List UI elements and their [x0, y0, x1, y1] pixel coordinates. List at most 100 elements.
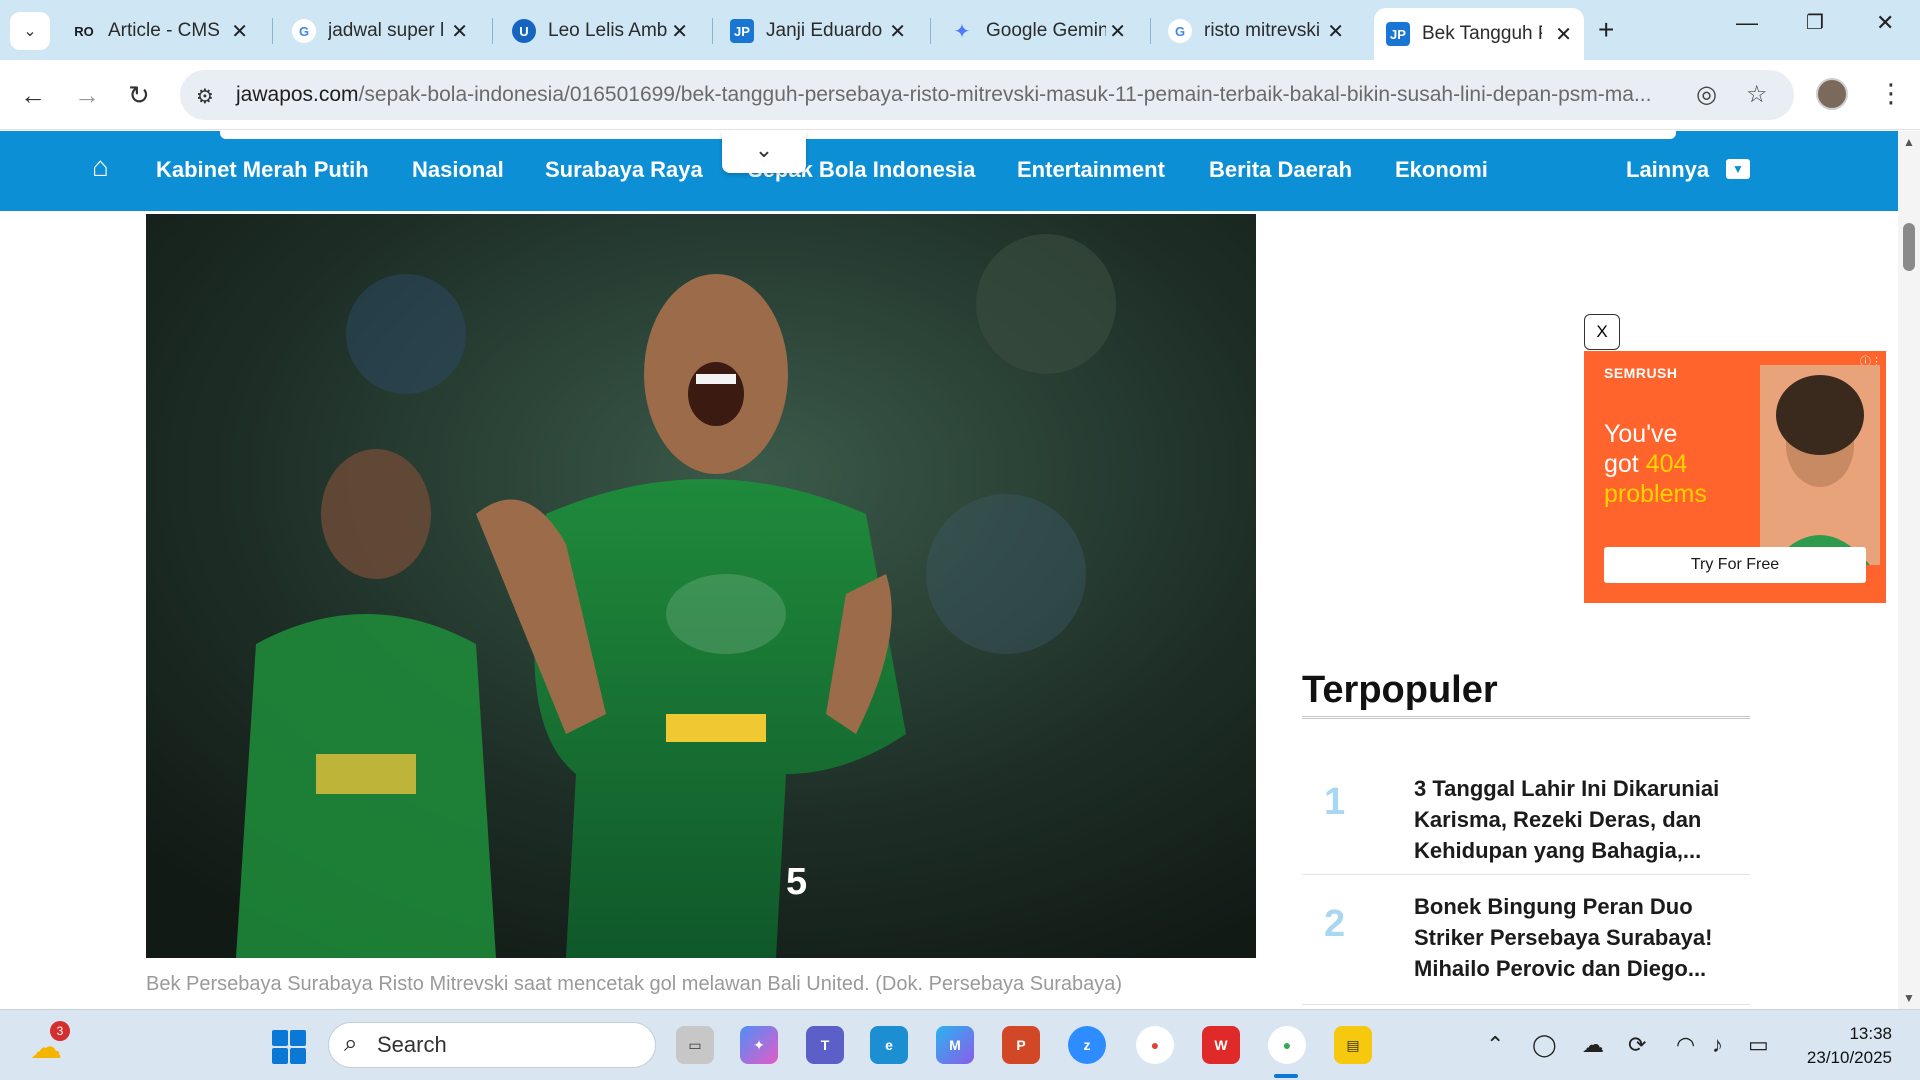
ad-person-image — [1760, 365, 1880, 565]
volume-icon[interactable]: ♪ — [1712, 1032, 1723, 1058]
tab-search-menu-button[interactable]: ⌄ — [10, 12, 50, 50]
active-app-indicator — [1274, 1074, 1298, 1078]
caret-down-icon[interactable]: ▼ — [1726, 159, 1750, 179]
nav-item-kabinet-merah-putih[interactable]: Kabinet Merah Putih — [156, 157, 369, 183]
tab-jadwal[interactable]: G jadwal super l ✕ — [280, 10, 480, 52]
tab-title: Janji Eduardo — [766, 20, 883, 41]
address-bar[interactable]: jawapos.com/sepak-bola-indonesia/0165016… — [180, 70, 1794, 120]
nav-item-surabaya-raya[interactable]: Surabaya Raya — [545, 157, 703, 183]
battery-icon[interactable]: ▭ — [1748, 1032, 1769, 1058]
tracking-protection-eye-off-icon[interactable]: ◎ — [1696, 80, 1717, 109]
tab-leo-lelis[interactable]: U Leo Lelis Amb ✕ — [500, 10, 700, 52]
article-photo: 5 — [146, 214, 1256, 958]
weather-badge: 3 — [50, 1021, 70, 1041]
close-tab-icon[interactable]: ✕ — [231, 19, 248, 44]
wps-office-icon[interactable]: W — [1202, 1026, 1240, 1064]
nav-item-nasional[interactable]: Nasional — [412, 157, 504, 183]
scroll-down-arrow-icon[interactable]: ▼ — [1903, 991, 1915, 1005]
popular-item[interactable]: 1 3 Tanggal Lahir Ini Dikaruniai Karisma… — [1302, 757, 1750, 875]
back-arrow-icon[interactable]: ← — [20, 80, 46, 111]
bookmark-star-icon[interactable]: ☆ — [1746, 80, 1768, 109]
tab-janji-eduardo[interactable]: JP Janji Eduardo ✕ — [718, 10, 918, 52]
minimize-icon[interactable]: — — [1736, 10, 1758, 36]
cloud-off-icon[interactable]: ☁ — [1582, 1032, 1604, 1058]
scroll-up-arrow-icon[interactable]: ▲ — [1903, 135, 1915, 149]
google-favicon-icon: G — [292, 19, 316, 43]
edge-icon[interactable]: e — [870, 1026, 908, 1064]
home-icon[interactable]: ⌂ — [92, 151, 109, 183]
scroll-thumb[interactable] — [1903, 223, 1915, 271]
close-tab-icon[interactable]: ✕ — [671, 19, 688, 44]
restore-window-icon[interactable]: ❐ — [1806, 10, 1824, 35]
tab-divider — [712, 18, 713, 44]
close-window-icon[interactable]: ✕ — [1876, 10, 1894, 36]
new-tab-plus-icon[interactable]: + — [1598, 14, 1614, 46]
profile-avatar[interactable] — [1816, 78, 1848, 110]
tab-google-gemini[interactable]: ✦ Google Gemin ✕ — [938, 10, 1138, 52]
sync-icon[interactable]: ◯ — [1532, 1032, 1557, 1058]
tab-bek-tangguh-active[interactable]: JP Bek Tangguh P ✕ — [1374, 8, 1584, 60]
football-celebration-image: 5 — [146, 214, 1256, 958]
nav-item-berita-daerah[interactable]: Berita Daerah — [1209, 157, 1352, 183]
jawapos-favicon-icon: JP — [1386, 22, 1410, 46]
task-view-icon[interactable]: ▭ — [676, 1026, 714, 1064]
teams-icon[interactable]: T — [806, 1026, 844, 1064]
taskbar-search-box[interactable]: Search — [328, 1022, 656, 1068]
ad-line-1: You've — [1604, 420, 1678, 448]
nav-item-entertainment[interactable]: Entertainment — [1017, 157, 1165, 183]
clock-date: 23/10/2025 — [1806, 1048, 1892, 1067]
tab-strip: ⌄ RO Article - CMS ✕ G jadwal super l ✕ … — [0, 0, 1920, 60]
header-edge — [220, 131, 1676, 139]
tab-title: jadwal super l — [328, 20, 445, 41]
toolbar: ← → ↻ jawapos.com/sepak-bola-indonesia/0… — [0, 60, 1920, 130]
tab-divider — [492, 18, 493, 44]
sticky-notes-icon[interactable]: ▤ — [1334, 1026, 1372, 1064]
page-scrollbar[interactable]: ▲ ▼ — [1898, 131, 1920, 1009]
chrome-icon[interactable]: ● — [1136, 1026, 1174, 1064]
m365-icon[interactable]: M — [936, 1026, 974, 1064]
start-button[interactable] — [272, 1030, 306, 1064]
powerpoint-icon[interactable]: P — [1002, 1026, 1040, 1064]
chevron-down-icon: ⌄ — [23, 23, 37, 40]
close-tab-icon[interactable]: ✕ — [1109, 19, 1126, 44]
wifi-icon[interactable]: ◠ — [1676, 1032, 1695, 1058]
semrush-ad-banner[interactable]: ⓘ⋮ SEMRUSH You've got 404 problems Try F… — [1584, 351, 1886, 603]
chrome-profile-icon[interactable]: ● — [1268, 1026, 1306, 1064]
photo-caption: Bek Persebaya Surabaya Risto Mitrevski s… — [146, 973, 1123, 995]
ad-headline: You've got 404 problems — [1604, 419, 1754, 509]
close-tab-icon[interactable]: ✕ — [889, 19, 906, 44]
more-menu-icon[interactable]: ⋮ — [1878, 78, 1904, 109]
site-navbar: ⌂ Kabinet Merah Putih Nasional Surabaya … — [0, 131, 1898, 211]
popular-headline[interactable]: Bonek Bingung Peran Duo Striker Persebay… — [1414, 891, 1744, 984]
system-clock[interactable]: 13:38 23/10/2025 — [1796, 1022, 1892, 1070]
reload-icon[interactable]: ↻ — [128, 80, 150, 111]
ad-cta-button[interactable]: Try For Free — [1604, 547, 1866, 583]
site-info-icon[interactable]: ⚙ — [196, 84, 214, 109]
copilot-icon[interactable]: ✦ — [740, 1026, 778, 1064]
popular-section-title: Terpopuler — [1302, 669, 1498, 711]
close-tab-icon[interactable]: ✕ — [1327, 19, 1344, 44]
taskbar-search-label: Search — [377, 1032, 447, 1057]
popular-rank: 2 — [1324, 903, 1346, 945]
popular-rank: 1 — [1324, 781, 1346, 823]
ad-line-3: problems — [1604, 480, 1707, 508]
close-tab-icon[interactable]: ✕ — [1555, 22, 1572, 47]
tab-title: Article - CMS — [108, 20, 220, 41]
popular-headline[interactable]: 3 Tanggal Lahir Ini Dikaruniai Karisma, … — [1414, 773, 1744, 866]
tab-risto-mitrevski[interactable]: G risto mitrevski ✕ — [1156, 10, 1356, 52]
collapse-header-chevron-icon[interactable]: ⌄ — [722, 131, 806, 173]
tab-divider — [272, 18, 273, 44]
tab-divider — [1150, 18, 1151, 44]
nav-more-lainnya[interactable]: Lainnya — [1626, 157, 1709, 183]
forward-arrow-icon[interactable]: → — [74, 80, 100, 111]
ad-brand: SEMRUSH — [1604, 365, 1678, 381]
svg-text:5: 5 — [786, 861, 807, 903]
close-tab-icon[interactable]: ✕ — [451, 19, 468, 44]
ad-close-button[interactable]: X — [1584, 314, 1620, 350]
popular-item[interactable]: 2 Bonek Bingung Peran Duo Striker Perseb… — [1302, 875, 1750, 1005]
show-hidden-icons-chevron-icon[interactable]: ⌃ — [1486, 1032, 1504, 1058]
zoom-icon[interactable]: z — [1068, 1026, 1106, 1064]
refresh-icon[interactable]: ⟳ — [1628, 1032, 1646, 1058]
tab-article-cms[interactable]: RO Article - CMS ✕ — [60, 10, 260, 52]
nav-item-ekonomi[interactable]: Ekonomi — [1395, 157, 1488, 183]
